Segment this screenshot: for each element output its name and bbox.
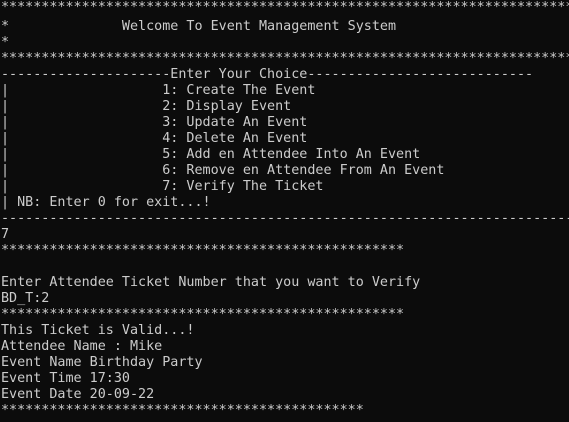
- separator-line-3: ****************************************…: [1, 403, 364, 418]
- event-time-output: Event Time 17:30: [1, 371, 130, 386]
- event-name-output: Event Name Birthday Party: [1, 355, 203, 370]
- header-blank-line: * *: [1, 35, 569, 50]
- separator-line-2: ****************************************…: [1, 307, 405, 322]
- menu-option-delete: | 4: Delete An Event |: [1, 131, 569, 146]
- header-border-top: ****************************************…: [1, 0, 569, 15]
- ticket-number-input: BD_T:2: [1, 291, 50, 306]
- menu-option-remove-attendee: | 6: Remove en Attendee From An Event |: [1, 163, 569, 178]
- ticket-prompt: Enter Attendee Ticket Number that you wa…: [1, 275, 421, 290]
- menu-option-create: | 1: Create The Event |: [1, 83, 569, 98]
- menu-exit-note: | NB: Enter 0 for exit...! |: [1, 195, 569, 210]
- menu-option-update: | 3: Update An Event |: [1, 115, 569, 130]
- separator-line-1: ****************************************…: [1, 243, 405, 258]
- ticket-valid-message: This Ticket is Valid...!: [1, 323, 195, 338]
- event-date-output: Event Date 20-09-22: [1, 387, 155, 402]
- menu-option-add-attendee: | 5: Add en Attendee Into An Event |: [1, 147, 569, 162]
- header-welcome-title: * Welcome To Event Management System *: [1, 19, 569, 34]
- menu-title-line: ---------------------Enter Your Choice--…: [1, 67, 534, 82]
- attendee-name-output: Attendee Name : Mike: [1, 339, 163, 354]
- terminal-window[interactable]: ****************************************…: [0, 0, 569, 422]
- menu-option-display: | 2: Display Event |: [1, 99, 569, 114]
- menu-option-verify: | 7: Verify The Ticket |: [1, 179, 569, 194]
- menu-border-bottom: ----------------------------------------…: [1, 211, 569, 226]
- user-choice-input: 7: [1, 227, 10, 242]
- header-border-bottom: ****************************************…: [1, 51, 569, 66]
